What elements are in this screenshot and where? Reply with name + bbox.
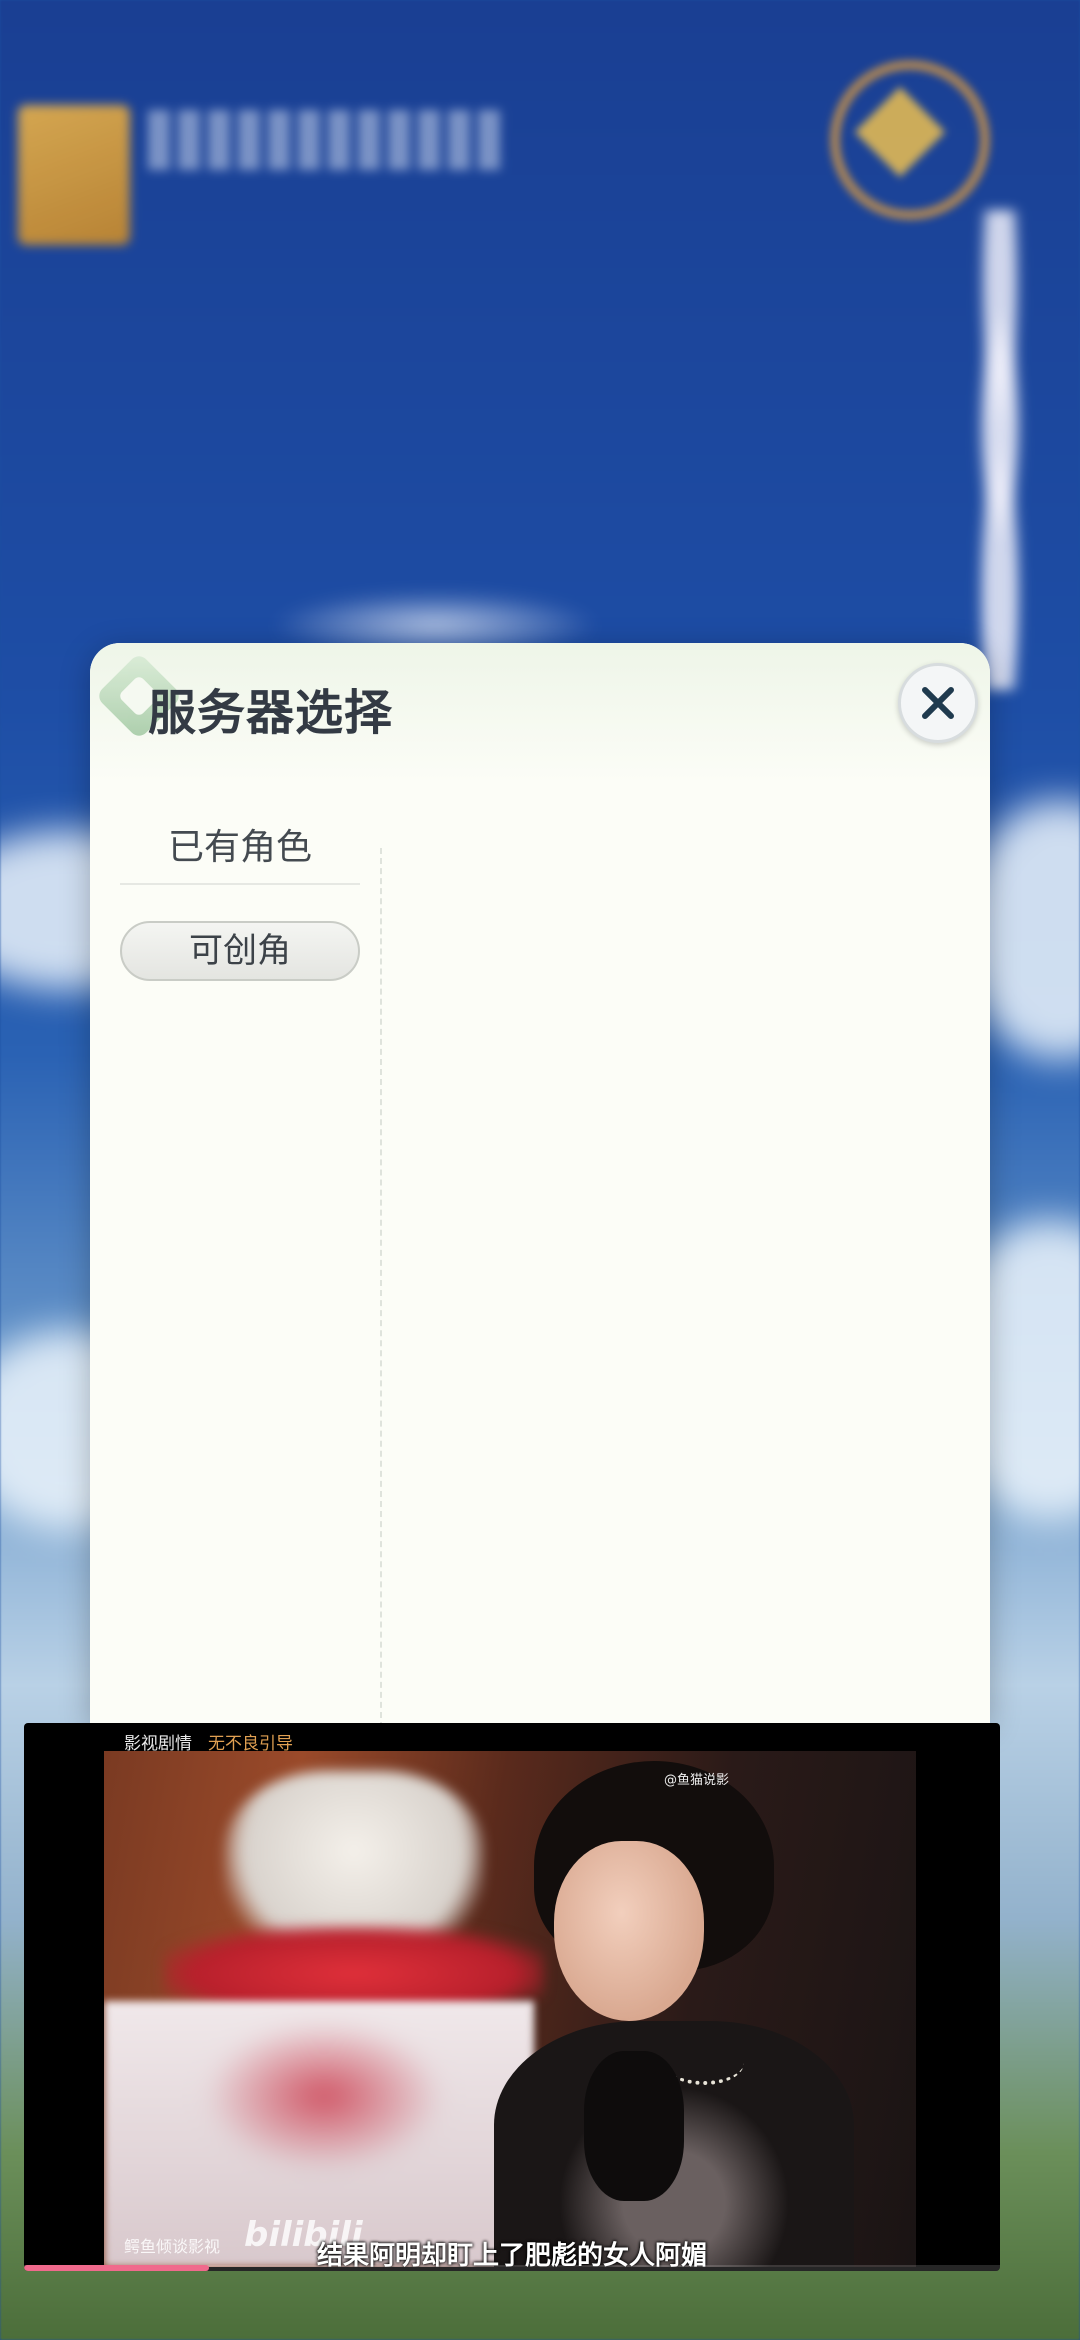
frame-woman-face [554, 1841, 704, 2021]
close-button[interactable] [898, 663, 978, 743]
server-list-panel [390, 813, 990, 1723]
server-tab-sidebar: 已有角色 可创角 [120, 813, 360, 981]
frame-lace-glove [584, 2051, 684, 2201]
tab-existing-characters[interactable]: 已有角色 [120, 813, 360, 885]
video-progress-bar[interactable] [24, 2265, 1000, 2271]
dialog-title: 服务器选择 [148, 685, 394, 741]
close-icon [922, 687, 954, 719]
publisher-logo [18, 105, 130, 245]
publisher-notice [148, 110, 503, 170]
video-frame: @鱼猫说影 [104, 1751, 916, 2267]
video-progress-fill [24, 2265, 210, 2271]
tab-creatable-servers[interactable]: 可创角 [120, 921, 360, 981]
server-select-dialog: 服务器选择 已有角色 可创角 [90, 643, 990, 1723]
floating-video-player[interactable]: 影视剧情 无不良引导 @鱼猫说影 鳄鱼倾谈影视 bilibili 结果阿明却盯上… [24, 1723, 1000, 2271]
frame-watermark: @鱼猫说影 [664, 1773, 730, 1788]
sidebar-divider [380, 848, 382, 1723]
game-title-logo [950, 210, 1050, 690]
